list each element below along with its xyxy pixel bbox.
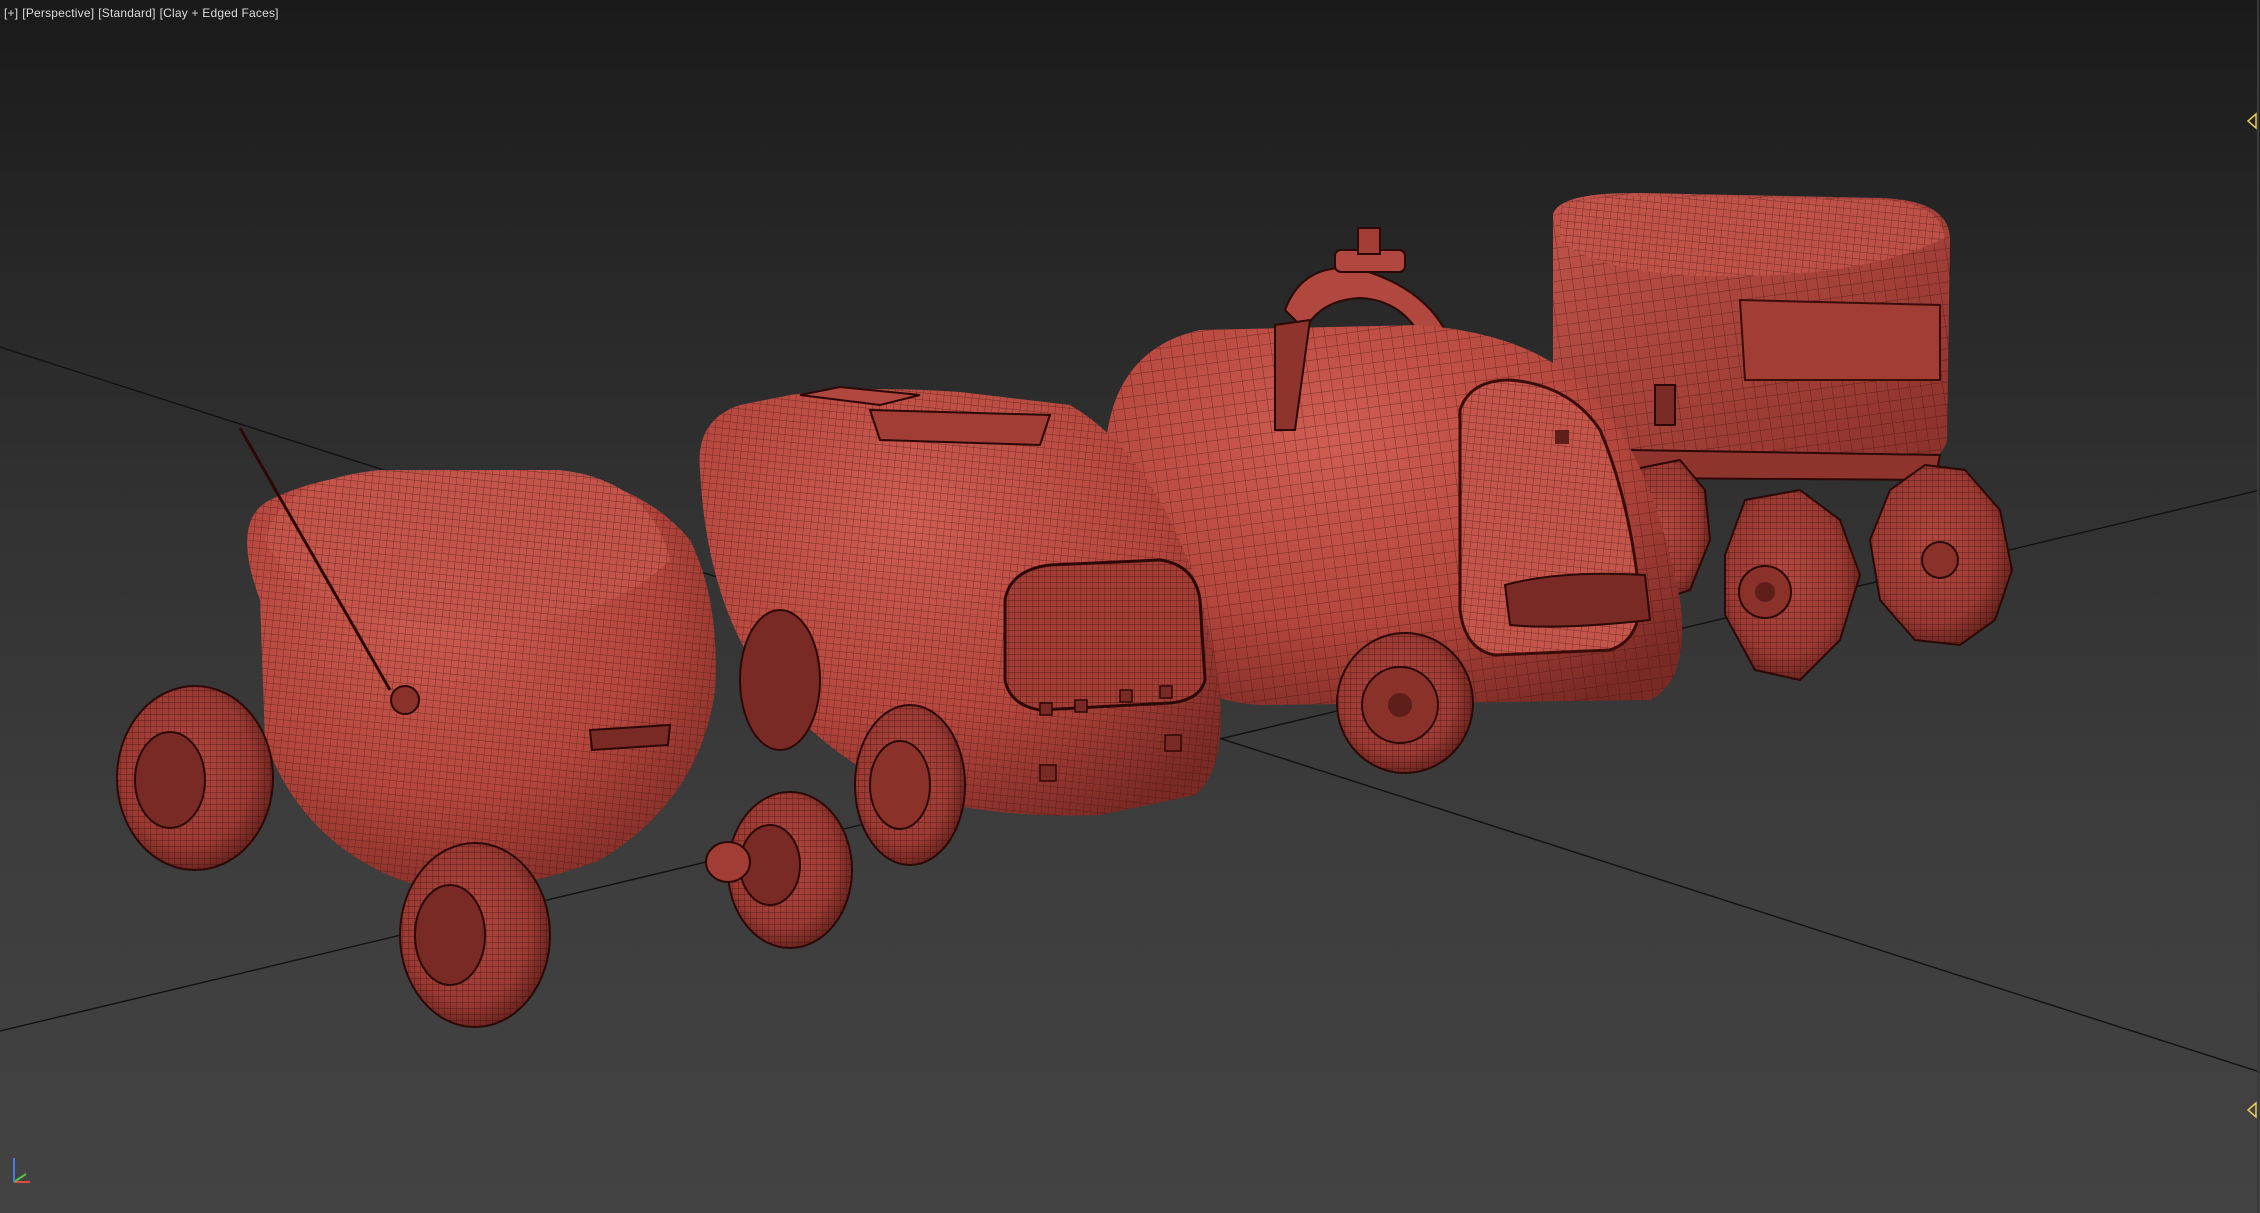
robot-2-wheel [739,609,821,751]
viewport-display-mode-menu[interactable]: [Clay + Edged Faces] [160,6,279,20]
robot-4-wheel [1724,488,1862,682]
viewport-plus-menu[interactable]: [+] [4,6,18,20]
robot-1-wheel [399,842,551,1028]
robot-3-wheel [1336,632,1474,774]
robot-2-wheel [854,704,966,866]
robot-4-wheel [1868,463,2014,647]
edge-marker-top [2246,112,2257,130]
scene-canvas[interactable] [0,0,2260,1213]
viewport-shading-menu[interactable]: [Standard] [98,6,155,20]
axis-tripod-icon [13,1158,30,1183]
viewport-label-menu: [+] [Perspective] [Standard] [Clay + Edg… [4,6,279,20]
robot-1-wheel [705,791,853,949]
y-axis [13,1173,27,1183]
edge-marker-bottom [2246,1101,2257,1119]
viewport-edge-markers [2246,0,2259,1213]
perspective-viewport[interactable]: [+] [Perspective] [Standard] [Clay + Edg… [0,0,2260,1213]
robot-1-wheel [116,685,274,871]
viewport-point-of-view-menu[interactable]: [Perspective] [22,6,94,20]
